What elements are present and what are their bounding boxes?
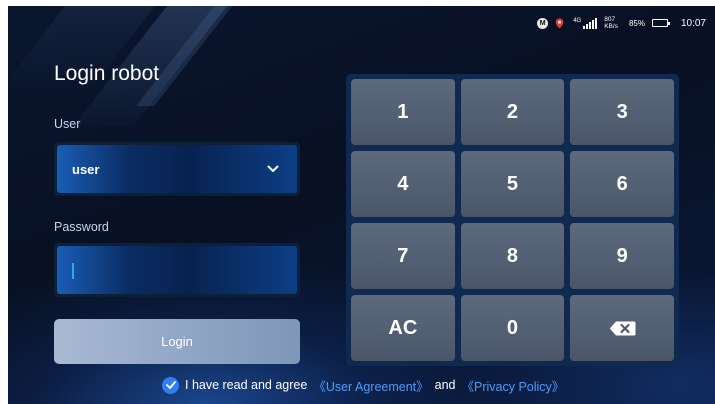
login-button[interactable]: Login [54,319,300,364]
network-type: 4G [573,17,582,24]
m-notification-icon: M [537,17,549,29]
key-7[interactable]: 7 [351,223,455,289]
key-9[interactable]: 9 [570,223,674,289]
agreement-checkbox[interactable] [162,376,179,394]
key-4[interactable]: 4 [351,151,455,217]
chevron-down-icon[interactable] [267,165,279,173]
password-input[interactable] [57,246,297,294]
agreement-text: I have read and agree [185,378,308,392]
password-label: Password [54,220,109,234]
status-bar: M 4G 807 KB/s 85% 10:07 [537,15,706,31]
numeric-keypad: 1 2 3 4 5 6 7 8 9 AC 0 [346,74,679,366]
user-select-box[interactable]: user [57,145,297,193]
key-1[interactable]: 1 [351,79,455,145]
key-clear[interactable]: AC [351,295,455,361]
user-select[interactable]: user [54,142,300,196]
network-speed: 807 KB/s [604,16,618,30]
text-cursor [72,263,74,279]
user-label: User [54,117,81,131]
network-speed-unit: KB/s [604,23,618,30]
clock: 10:07 [680,17,706,29]
key-8[interactable]: 8 [460,223,565,289]
privacy-policy-link[interactable]: 《Privacy Policy》 [462,376,565,395]
battery-percent: 85% [628,18,645,28]
key-6[interactable]: 6 [570,151,674,217]
password-field[interactable] [54,243,300,297]
key-2[interactable]: 2 [460,79,565,145]
user-agreement-link[interactable]: 《User Agreement》 [313,376,428,395]
network-speed-value: 807 [604,16,616,23]
key-3[interactable]: 3 [570,79,674,145]
key-backspace[interactable] [570,295,674,361]
agreement-and: and [434,378,456,392]
cellular-signal-icon: 4G [573,17,598,29]
backspace-icon [609,321,636,335]
battery-icon [651,19,670,27]
user-select-value: user [72,161,100,177]
page-title: Login robot [54,62,160,85]
app-screen: M 4G 807 KB/s 85% 10:07 Login robot User… [8,6,715,404]
key-0[interactable]: 0 [460,295,565,361]
location-pin-icon [555,18,564,28]
checkmark-icon [165,381,176,389]
key-5[interactable]: 5 [460,151,565,217]
agreement-row: I have read and agree 《User Agreement》 a… [162,376,564,394]
